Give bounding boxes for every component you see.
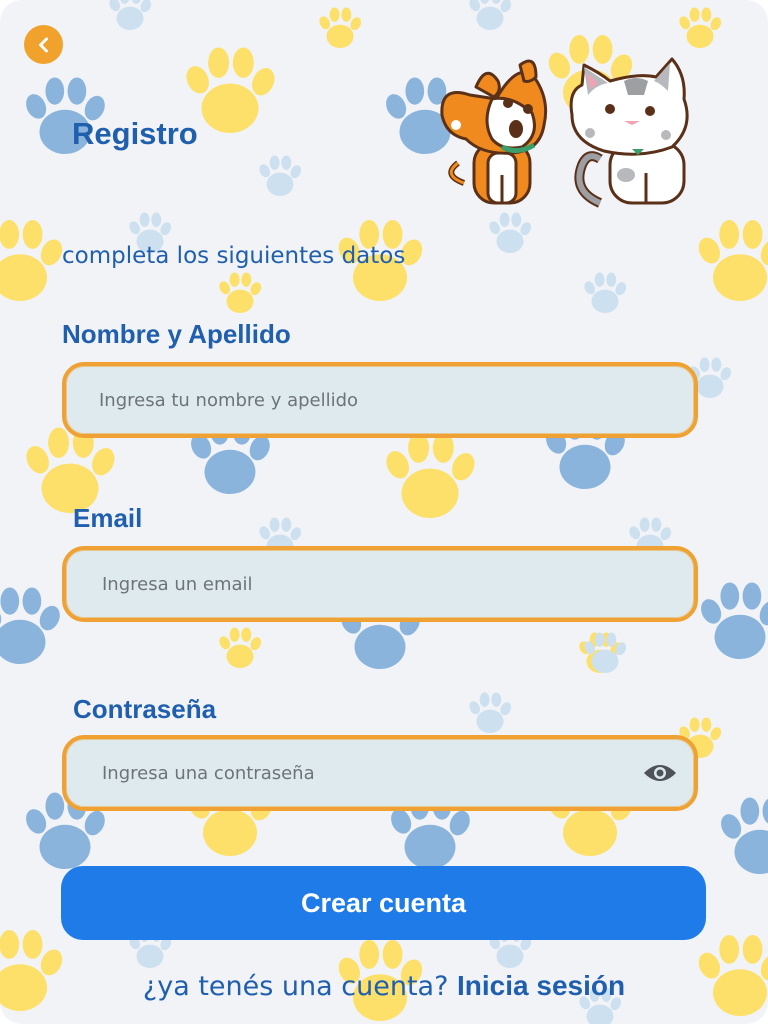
password-field[interactable]: [62, 735, 698, 811]
back-button[interactable]: [24, 25, 63, 64]
login-prompt-text: ¿ya tenés una cuenta?: [142, 971, 449, 1002]
password-input[interactable]: [102, 762, 630, 784]
register-screen: Registro completa los siguientes datos N…: [0, 0, 768, 1024]
login-link[interactable]: Inicia sesión: [457, 970, 625, 1001]
eye-icon[interactable]: [642, 761, 678, 785]
name-label: Nombre y Apellido: [62, 319, 291, 349]
email-label: Email: [73, 503, 143, 533]
form-subtitle: completa los siguientes datos: [62, 243, 406, 269]
chevron-left-icon: [38, 37, 48, 52]
dog-and-cat-illustration: [440, 57, 689, 208]
name-field[interactable]: [62, 362, 698, 438]
create-account-button[interactable]: Crear cuenta: [61, 866, 706, 940]
name-input[interactable]: [99, 389, 694, 411]
cat-illustration: [569, 57, 689, 208]
email-input[interactable]: [102, 573, 694, 595]
login-prompt: ¿ya tenés una cuenta? Inicia sesión: [0, 970, 768, 1002]
page-title: Registro: [72, 116, 198, 151]
password-label: Contraseña: [73, 694, 217, 724]
dog-illustration: [440, 59, 548, 205]
email-field[interactable]: [62, 546, 698, 622]
